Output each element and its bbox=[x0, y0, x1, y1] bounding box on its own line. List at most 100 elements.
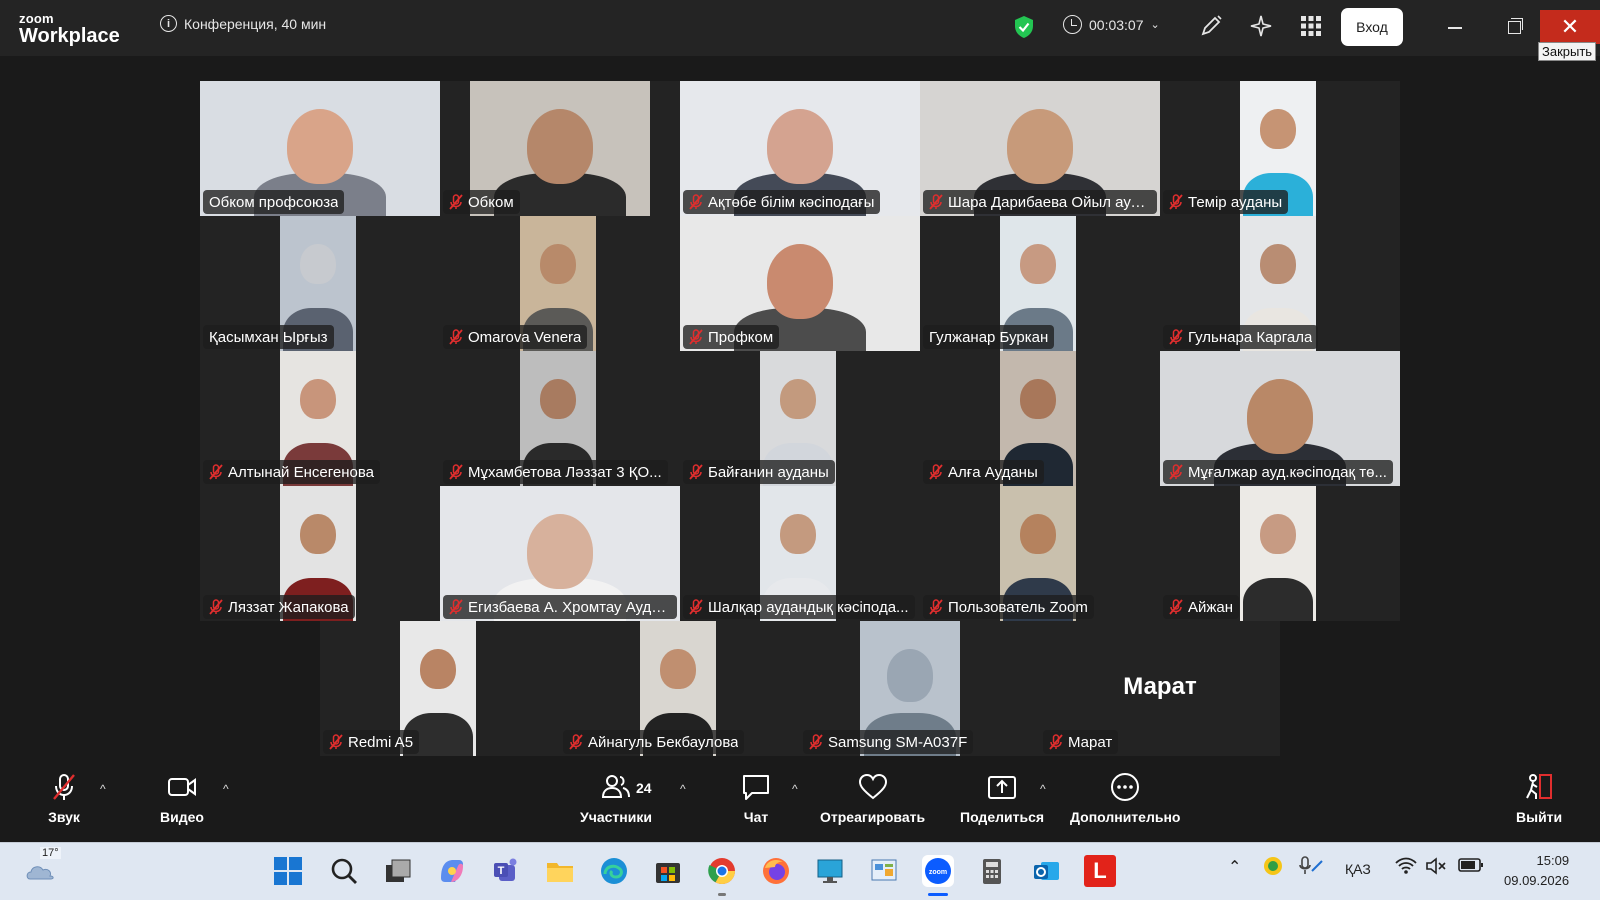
outlook-icon[interactable] bbox=[1030, 855, 1062, 887]
participant-face bbox=[767, 244, 833, 319]
participant-face bbox=[420, 649, 456, 689]
ai-companion-icon[interactable] bbox=[1249, 14, 1273, 38]
participant-name-tag: Пользователь Zoom bbox=[923, 595, 1094, 619]
participants-count: 24 bbox=[636, 780, 652, 796]
search-icon[interactable] bbox=[328, 855, 360, 887]
share-options-caret[interactable]: ^ bbox=[1040, 782, 1046, 796]
muted-microphone-icon bbox=[1169, 329, 1183, 345]
participant-tile[interactable]: Байғанин ауданы bbox=[680, 351, 920, 486]
muted-microphone-icon bbox=[209, 464, 223, 480]
leave-label: Выйти bbox=[1516, 809, 1563, 825]
participant-tile[interactable]: Samsung SM-A037F bbox=[800, 621, 1040, 756]
firefox-icon[interactable] bbox=[760, 855, 792, 887]
speaker-muted-icon[interactable] bbox=[1425, 856, 1447, 876]
login-button[interactable]: Вход bbox=[1341, 8, 1403, 46]
participant-tile[interactable]: Обком профсоюза bbox=[200, 81, 440, 216]
participant-tile[interactable]: Мұғалжар ауд.кәсіподақ тө... bbox=[1160, 351, 1400, 486]
copilot-icon[interactable] bbox=[436, 855, 468, 887]
store-icon[interactable] bbox=[652, 855, 684, 887]
tray-microphone-icon[interactable] bbox=[1298, 855, 1324, 877]
participant-tile[interactable]: Шалқар аудандық кәсіпода... bbox=[680, 486, 920, 621]
chrome-icon[interactable] bbox=[706, 855, 738, 887]
participant-tile[interactable]: Обком bbox=[440, 81, 680, 216]
taskbar-clock[interactable]: 15:09 09.09.2026 bbox=[1504, 851, 1569, 891]
battery-icon[interactable] bbox=[1458, 857, 1484, 873]
participant-tile[interactable]: Қасымхан Ырғыз bbox=[200, 216, 440, 351]
apps-grid-icon[interactable] bbox=[1299, 14, 1323, 38]
participant-name: Мұғалжар ауд.кәсіподақ тө... bbox=[1188, 463, 1387, 481]
audio-button[interactable]: Звук bbox=[48, 772, 80, 825]
chat-options-caret[interactable]: ^ bbox=[792, 782, 798, 796]
participant-face bbox=[527, 109, 593, 184]
meeting-timer[interactable]: 00:03:07 ⌄ bbox=[1063, 15, 1160, 34]
participant-tile[interactable]: Пользователь Zoom bbox=[920, 486, 1160, 621]
participant-tile[interactable]: Гулжанар Буркан bbox=[920, 216, 1160, 351]
l-app-icon[interactable]: L bbox=[1084, 855, 1116, 887]
video-options-caret[interactable]: ^ bbox=[223, 782, 229, 796]
tray-expand-chevron-icon[interactable]: ⌃ bbox=[1228, 857, 1241, 877]
participant-name: Профком bbox=[708, 328, 774, 346]
participant-tile[interactable]: Redmi A5 bbox=[320, 621, 560, 756]
participants-label: Участники bbox=[580, 809, 652, 825]
muted-microphone-icon bbox=[929, 464, 943, 480]
react-button[interactable]: Отреагировать bbox=[820, 772, 925, 825]
participant-tile[interactable]: Шара Дарибаева Ойыл ауд... bbox=[920, 81, 1160, 216]
wifi-icon[interactable] bbox=[1395, 856, 1417, 876]
security-shield-icon[interactable] bbox=[1013, 15, 1035, 39]
taskbar-date: 09.09.2026 bbox=[1504, 873, 1570, 888]
participant-tile[interactable]: Omarova Venera bbox=[440, 216, 680, 351]
participant-tile[interactable]: Егизбаева А. Хромтау Ауда... bbox=[440, 486, 680, 621]
participant-face bbox=[540, 379, 576, 419]
svg-text:zoom: zoom bbox=[929, 869, 947, 876]
participant-name-tag: Байғанин ауданы bbox=[683, 460, 835, 484]
timer-text: 00:03:07 bbox=[1089, 16, 1144, 33]
participant-tile[interactable]: Айжан bbox=[1160, 486, 1400, 621]
close-button[interactable]: ✕ bbox=[1540, 10, 1600, 44]
participant-face bbox=[1020, 514, 1056, 554]
more-button[interactable]: Дополнительно bbox=[1070, 772, 1180, 825]
participant-tile[interactable]: Марат Марат bbox=[1040, 621, 1280, 756]
control-panel-icon[interactable] bbox=[868, 855, 900, 887]
muted-microphone-icon bbox=[929, 599, 943, 615]
whiteboard-pen-icon[interactable] bbox=[1199, 14, 1223, 38]
share-button[interactable]: Поделиться bbox=[960, 772, 1044, 825]
file-explorer-icon[interactable] bbox=[544, 855, 576, 887]
participants-options-caret[interactable]: ^ bbox=[680, 782, 686, 796]
teams-icon[interactable]: T bbox=[490, 855, 522, 887]
participant-tile[interactable]: Темір ауданы bbox=[1160, 81, 1400, 216]
participant-tile[interactable]: Профком bbox=[680, 216, 920, 351]
participant-name-tag: Omarova Venera bbox=[443, 325, 588, 349]
zoom-taskbar-icon[interactable]: zoom bbox=[922, 855, 954, 887]
participant-tile[interactable]: Ақтөбе білім кәсіподағы bbox=[680, 81, 920, 216]
participant-tile[interactable]: Гульнара Каргала bbox=[1160, 216, 1400, 351]
participant-tile[interactable]: Мұхамбетова Ләззат 3 ҚО... bbox=[440, 351, 680, 486]
participant-tile[interactable]: Айнагуль Бекбаулова bbox=[560, 621, 800, 756]
edge-browser-icon[interactable] bbox=[598, 855, 630, 887]
task-view-icon[interactable] bbox=[382, 855, 414, 887]
participant-tile[interactable]: Алға Ауданы bbox=[920, 351, 1160, 486]
share-label: Поделиться bbox=[960, 809, 1045, 825]
restore-icon[interactable] bbox=[1508, 18, 1523, 34]
participant-tile[interactable]: Ляззат Жапакова bbox=[200, 486, 440, 621]
audio-options-caret[interactable]: ^ bbox=[100, 782, 106, 796]
title-bar: zoom Workplace i Конференция, 40 мин 00:… bbox=[0, 0, 1600, 61]
meeting-info-button[interactable]: i Конференция, 40 мин bbox=[160, 15, 326, 32]
desktop-monitor-icon[interactable] bbox=[814, 855, 846, 887]
leave-button[interactable]: Выйти bbox=[1516, 772, 1562, 825]
video-button[interactable]: Видео bbox=[160, 772, 204, 825]
participant-face bbox=[1247, 379, 1313, 454]
tray-app-icon[interactable] bbox=[1262, 855, 1284, 877]
zoom-running-indicator bbox=[928, 893, 948, 896]
close-icon: ✕ bbox=[1560, 14, 1580, 39]
audio-label: Звук bbox=[48, 809, 80, 825]
participant-name: Марат bbox=[1068, 733, 1113, 751]
windows-start-icon[interactable] bbox=[272, 855, 304, 887]
close-tooltip: Закрыть bbox=[1538, 42, 1597, 61]
participant-name: Қасымхан Ырғыз bbox=[209, 328, 328, 346]
language-indicator[interactable]: ҚАЗ bbox=[1345, 861, 1371, 877]
chat-button[interactable]: Чат bbox=[740, 772, 772, 825]
minimize-icon[interactable] bbox=[1448, 27, 1462, 29]
calculator-icon[interactable] bbox=[976, 855, 1008, 887]
participant-face bbox=[1020, 244, 1056, 284]
participant-tile[interactable]: Алтынай Енсегенова bbox=[200, 351, 440, 486]
